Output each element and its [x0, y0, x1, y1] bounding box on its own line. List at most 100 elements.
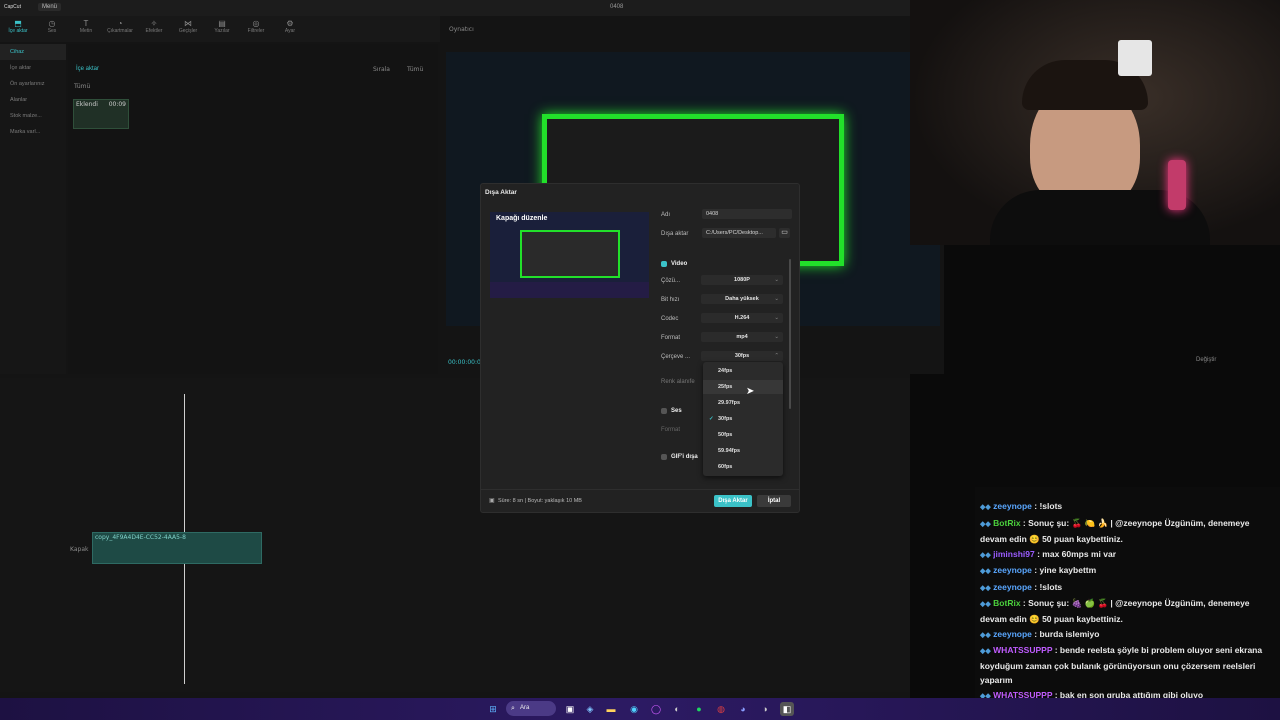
- sticker-icon: ◔: [117, 19, 123, 28]
- edit-cover-label[interactable]: Kapağı düzenle: [496, 215, 547, 222]
- chevron-down-icon: ⌄: [774, 296, 779, 302]
- chevron-down-icon: ⌄: [774, 315, 779, 321]
- media-clip-thumbnail[interactable]: Eklendi 00:09: [73, 99, 129, 129]
- change-button[interactable]: Değiştir: [1196, 357, 1216, 363]
- cover-thumbnail[interactable]: Kapağı düzenle: [490, 212, 649, 298]
- thumbnail-green-frame: [520, 230, 620, 278]
- fps-option-selected[interactable]: ✓ 30fps: [703, 412, 783, 426]
- chrome-icon[interactable]: ◍: [714, 702, 728, 716]
- chat-message: ◆◆ zeeynope : yine kaybettm: [980, 565, 1097, 575]
- tool-text[interactable]: T Metin: [72, 16, 100, 42]
- import-media-button[interactable]: İçe aktar: [76, 66, 99, 72]
- title-bar: CapCut Menü 0408: [0, 0, 910, 16]
- sidebar-item-import[interactable]: İçe aktar: [0, 60, 66, 76]
- filters-icon: ◎: [252, 19, 260, 28]
- dialog-scrollbar[interactable]: [789, 259, 791, 409]
- color-space-label: Renk alanıfe: [661, 379, 695, 385]
- badge-icon: ◆◆: [980, 552, 991, 559]
- fps-option[interactable]: 29.97fps: [703, 396, 783, 410]
- fps-option[interactable]: 25fps: [703, 380, 783, 394]
- tool-audio[interactable]: ◷ Ses: [38, 16, 66, 42]
- wall-poster: [1118, 40, 1152, 76]
- fps-option[interactable]: 60fps: [703, 460, 783, 474]
- file-explorer-icon[interactable]: ▬: [604, 702, 618, 716]
- capcut-app-icon[interactable]: ◧: [780, 702, 794, 716]
- bitrate-select[interactable]: Daha yüksek ⌄: [701, 294, 783, 304]
- chat-message: ◆◆ BotRix : Sonuç şu: 🍇 🍏 🍒 | @zeeynope …: [980, 598, 1250, 624]
- fps-option[interactable]: 59.94fps: [703, 444, 783, 458]
- chevron-down-icon: ⌄: [774, 334, 779, 340]
- filter-button[interactable]: Tümü: [407, 66, 423, 73]
- tool-transitions[interactable]: ⋈ Geçişler: [174, 16, 202, 42]
- toolbar: ⬒ İçe aktar ◷ Ses T Metin ◔ Çıkartmalar ✧ Efe…: [0, 16, 440, 42]
- player-title: Oynatıcı: [449, 26, 474, 33]
- discord-icon[interactable]: ◕: [736, 702, 750, 716]
- window-title: 0408: [610, 4, 624, 10]
- audio-section-label: Ses: [671, 408, 682, 414]
- timeline-clip[interactable]: copy_4F9A4D4E-CC52-4AA5-8: [92, 532, 262, 564]
- badge-icon: ◆◆: [980, 568, 991, 575]
- chat-message: ◆◆ BotRix : Sonuç şu: 🍒 🍋 🍌 | @zeeynope …: [980, 518, 1250, 544]
- dialog-title: Dışa Aktar: [485, 189, 517, 196]
- rgb-speaker: [1168, 160, 1186, 210]
- sidebar-item-presets[interactable]: Ön ayarlarınız: [0, 76, 66, 92]
- tool-import[interactable]: ⬒ İçe aktar: [4, 16, 32, 42]
- tool-adjust[interactable]: ⚙ Ayar: [276, 16, 304, 42]
- windows-start-icon[interactable]: ⊞: [486, 702, 500, 716]
- badge-icon: ◆◆: [980, 521, 991, 528]
- video-checkbox[interactable]: [661, 261, 667, 267]
- taskbar-search[interactable]: ⌕ Ara: [506, 701, 556, 716]
- cancel-button[interactable]: İptal: [757, 495, 791, 507]
- codec-select[interactable]: H.264 ⌄: [701, 313, 783, 323]
- tool-filters[interactable]: ◎ Filtreler: [242, 16, 270, 42]
- sidebar-item-spaces[interactable]: Alanlar: [0, 92, 66, 108]
- left-sidebar: Cihaz İçe aktar Ön ayarlarınız Alanlar S…: [0, 44, 66, 374]
- badge-icon: ◆◆: [980, 585, 991, 592]
- edge-icon[interactable]: ◉: [627, 702, 641, 716]
- sort-button[interactable]: Sırala: [373, 66, 390, 73]
- export-path-input[interactable]: C:/Users/PC/Desktop...: [702, 228, 776, 238]
- sidebar-item-stock[interactable]: Stok malze...: [0, 108, 66, 124]
- audio-format-label: Format: [661, 427, 681, 433]
- tool-captions[interactable]: ▤ Yazılar: [208, 16, 236, 42]
- transition-icon: ⋈: [184, 19, 192, 28]
- badge-icon: ◆◆: [980, 632, 991, 639]
- format-select[interactable]: mp4 ⌄: [701, 332, 783, 342]
- framerate-select[interactable]: 30fps ⌃: [701, 351, 783, 361]
- audio-checkbox[interactable]: [661, 408, 667, 414]
- chat-message: ◆◆ jiminshi97 : max 60mps mi var: [980, 549, 1117, 559]
- menu-button[interactable]: Menü: [38, 3, 62, 11]
- spotify-icon[interactable]: ●: [692, 702, 706, 716]
- sidebar-item-brand[interactable]: Marka varl...: [0, 124, 66, 140]
- framerate-label: Çerçeve ...: [661, 354, 691, 360]
- cover-track-label: Kapak: [70, 546, 89, 553]
- badge-icon: ◆◆: [980, 601, 991, 608]
- copilot-icon[interactable]: ◈: [583, 702, 597, 716]
- name-label: Adı: [661, 212, 671, 218]
- sidebar-item-device[interactable]: Cihaz: [0, 44, 66, 60]
- footer-divider: [481, 489, 799, 490]
- resolution-label: Çözü...: [661, 278, 681, 284]
- badge-icon: ◆◆: [980, 504, 991, 511]
- webcam-feed: [910, 0, 1280, 245]
- resolution-select[interactable]: 1080P ⌄: [701, 275, 783, 285]
- folder-icon[interactable]: ▭: [779, 228, 790, 238]
- mouse-cursor-icon: ➤: [746, 386, 755, 397]
- opera-icon[interactable]: ◯: [649, 702, 663, 716]
- task-view-icon[interactable]: ▣: [563, 702, 577, 716]
- fps-option[interactable]: 50fps: [703, 428, 783, 442]
- clip-added-label: Eklendi: [76, 101, 98, 108]
- text-icon: T: [83, 19, 89, 28]
- gif-section-label: GIF'i dışa: [671, 454, 698, 460]
- steam-icon[interactable]: ◐: [670, 702, 684, 716]
- export-button[interactable]: Dışa Aktar: [714, 495, 752, 507]
- steam-app-icon[interactable]: ◑: [758, 702, 772, 716]
- tool-stickers[interactable]: ◔ Çıkartmalar: [106, 16, 134, 42]
- name-input[interactable]: 0408: [702, 209, 792, 219]
- app-brand: CapCut: [4, 4, 21, 10]
- clip-duration: 00:09: [108, 101, 126, 108]
- media-filter-all[interactable]: Tümü: [74, 83, 90, 90]
- gif-checkbox[interactable]: [661, 454, 667, 460]
- fps-option[interactable]: 24fps: [703, 364, 783, 378]
- tool-effects[interactable]: ✧ Efektler: [140, 16, 168, 42]
